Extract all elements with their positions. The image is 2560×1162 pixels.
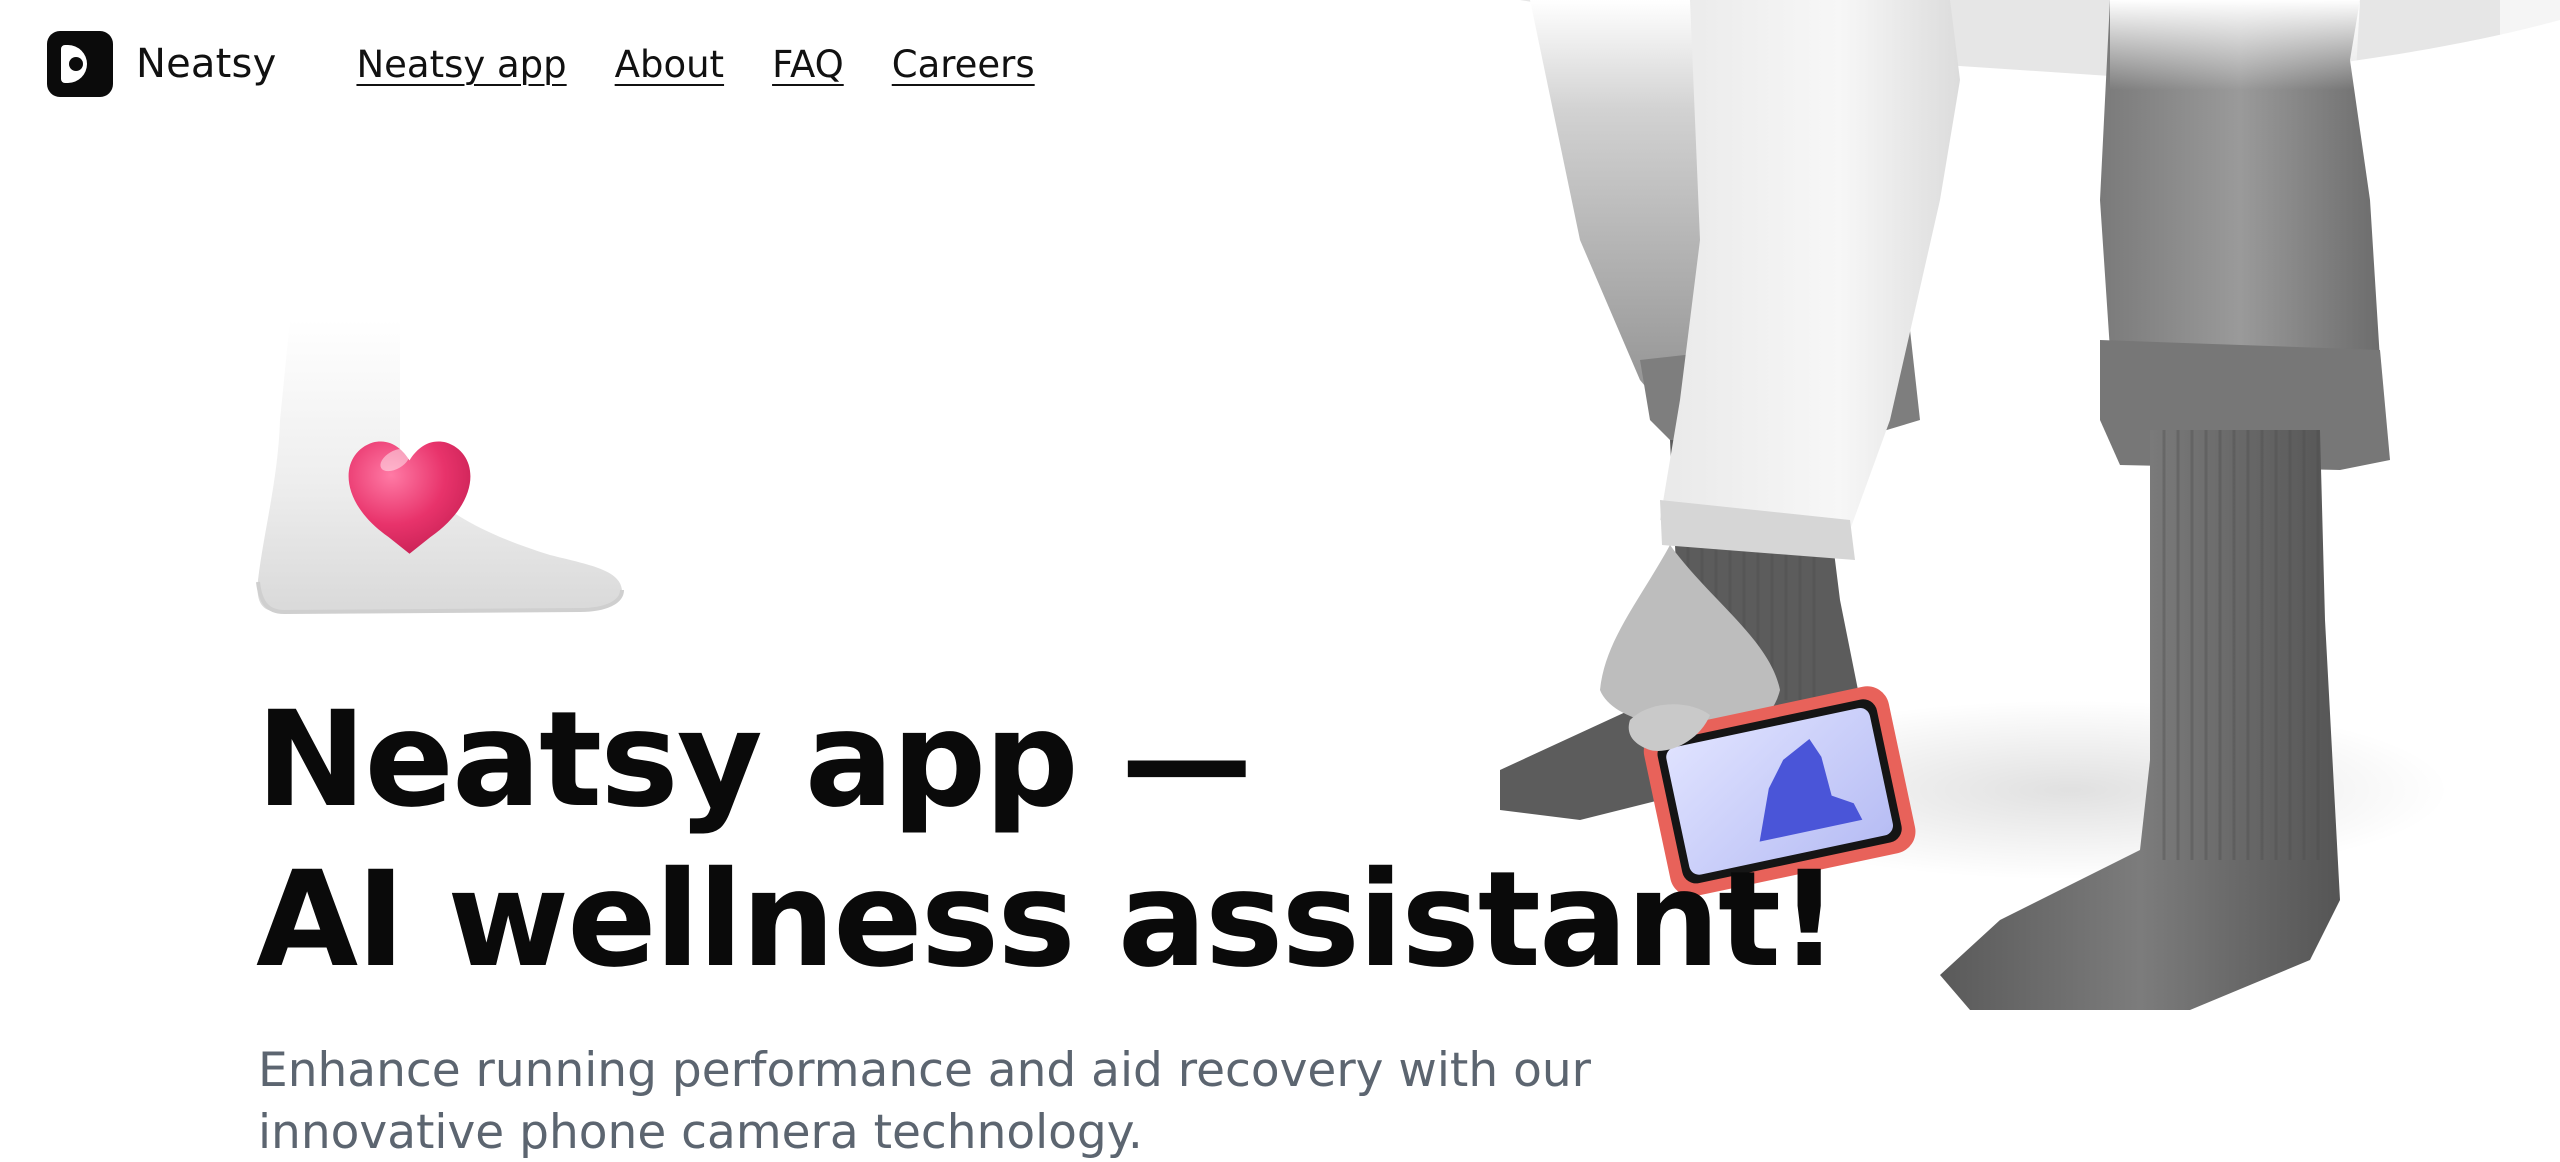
nav-link-faq[interactable]: FAQ (772, 43, 844, 86)
landing-page: Neatsy Neatsy app About FAQ Careers Neat… (0, 0, 2560, 1162)
nav-link-careers[interactable]: Careers (892, 43, 1035, 86)
nav-link-about[interactable]: About (615, 43, 724, 86)
hero-subtitle-line2: innovative phone camera technology. (258, 1105, 1143, 1160)
hero-subtitle: Enhance running performance and aid reco… (258, 1040, 1758, 1162)
foot-heart-icon (250, 300, 630, 630)
neatsy-logo-icon (47, 31, 113, 97)
hero-title-line2: AI wellness assistant! (256, 843, 1839, 997)
nav-link-neatsy-app[interactable]: Neatsy app (356, 43, 566, 86)
hero-title-line1: Neatsy app — (256, 683, 1253, 837)
main-nav: Neatsy app About FAQ Careers (356, 43, 1082, 86)
hero-subtitle-line1: Enhance running performance and aid reco… (258, 1043, 1591, 1098)
hero-title: Neatsy app — AI wellness assistant! (256, 680, 1839, 1000)
home-logo-link[interactable]: Neatsy (47, 31, 276, 97)
brand-name: Neatsy (136, 41, 277, 87)
site-header: Neatsy Neatsy app About FAQ Careers (47, 30, 1083, 98)
